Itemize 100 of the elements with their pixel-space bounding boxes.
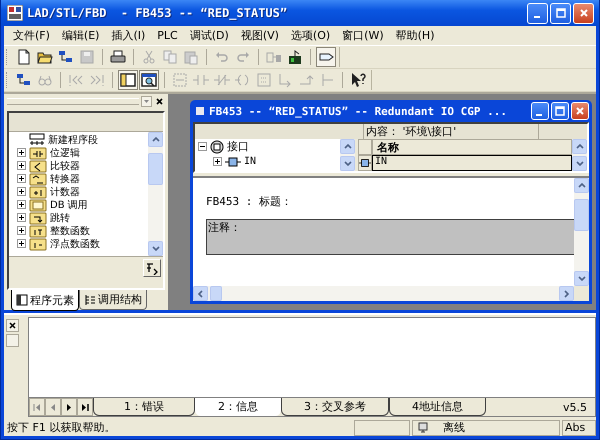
expand-icon[interactable] <box>17 161 26 170</box>
tree-item[interactable]: 转换器 <box>50 172 80 186</box>
output-tab[interactable]: 1：错误 <box>93 398 195 416</box>
tree-item[interactable]: 位逻辑 <box>50 146 80 160</box>
expand-icon[interactable] <box>17 187 26 196</box>
scroll-thumb[interactable] <box>574 199 589 231</box>
minimize-button[interactable] <box>531 102 549 120</box>
first-tab-button[interactable] <box>29 398 45 416</box>
close-icon <box>155 97 164 106</box>
vertical-scrollbar[interactable] <box>572 139 587 171</box>
folder-icon <box>29 158 47 172</box>
scroll-down-button[interactable] <box>340 156 355 171</box>
help-pointer-icon[interactable] <box>349 71 367 89</box>
window-icon <box>196 107 204 115</box>
minimize-button[interactable] <box>527 2 548 24</box>
output-tab[interactable]: 2：信息 <box>195 398 281 416</box>
last-tab-button[interactable] <box>77 398 93 416</box>
collapse-icon[interactable] <box>198 142 207 151</box>
comment-field[interactable]: 注释： <box>206 219 574 255</box>
block-title[interactable]: FB453 : 标题： <box>206 194 574 209</box>
address-mode: Abs <box>562 420 596 436</box>
app-icon <box>7 5 23 21</box>
pin-icon <box>225 156 241 166</box>
scroll-down-button[interactable] <box>572 156 587 171</box>
expand-icon[interactable] <box>17 200 26 209</box>
folder-icon <box>29 210 47 224</box>
horizontal-scrollbar[interactable] <box>193 286 574 301</box>
skip-arrow-icon <box>80 402 90 412</box>
split-pane-icon[interactable] <box>119 71 137 89</box>
vertical-scrollbar[interactable] <box>574 178 589 286</box>
column-header[interactable]: 名称 <box>372 139 572 155</box>
expand-icon[interactable] <box>213 157 222 166</box>
close-button[interactable] <box>6 319 19 332</box>
menu-item[interactable]: 窗口(W) <box>336 28 390 43</box>
next-tab-button[interactable] <box>61 398 77 416</box>
tree-item[interactable]: 浮点数函数 <box>50 236 100 250</box>
table-cell[interactable]: IN <box>372 155 572 171</box>
panel-tab[interactable]: 调用结构 <box>79 290 147 310</box>
tree-item[interactable]: DB 调用 <box>50 198 88 212</box>
tree-item[interactable]: 计数器 <box>50 184 80 198</box>
minimize-icon <box>536 114 542 116</box>
folder-icon <box>29 184 47 198</box>
scroll-thumb[interactable] <box>210 286 222 301</box>
menu-item[interactable]: 视图(V) <box>234 28 285 43</box>
connection-icon <box>417 422 429 434</box>
tree-item[interactable]: IN <box>244 156 256 167</box>
scroll-right-button[interactable] <box>559 286 574 301</box>
scroll-up-button[interactable] <box>574 178 589 193</box>
scroll-up-button[interactable] <box>148 132 163 147</box>
version-label: v5.5 <box>562 400 588 416</box>
maximize-button[interactable] <box>551 102 569 120</box>
vertical-scrollbar[interactable] <box>148 132 163 256</box>
scroll-left-button[interactable] <box>193 286 208 301</box>
expand-icon[interactable] <box>17 239 26 248</box>
maximize-button[interactable] <box>550 2 571 24</box>
tree-item[interactable]: 跳转 <box>50 210 70 224</box>
close-icon <box>8 321 17 330</box>
list-icon <box>84 294 96 306</box>
panel-tab[interactable]: 程序元素 <box>11 290 79 311</box>
insert-button[interactable] <box>143 259 161 277</box>
output-tab[interactable]: 3：交叉参考 <box>281 398 389 416</box>
vertical-scrollbar[interactable] <box>340 139 355 171</box>
maximize-icon <box>556 8 566 18</box>
tree-item[interactable]: 新建程序段 <box>48 132 98 146</box>
scroll-up-button[interactable] <box>340 139 355 154</box>
expand-icon[interactable] <box>17 148 26 157</box>
scroll-up-button[interactable] <box>572 139 587 154</box>
folder-icon <box>29 198 47 212</box>
close-icon <box>575 106 585 116</box>
tree-item[interactable]: 整数函数 <box>50 224 90 238</box>
menu-item[interactable]: 插入(I) <box>105 28 152 43</box>
tree-item[interactable]: 比较器 <box>50 158 80 172</box>
panel-icon <box>16 294 28 306</box>
close-icon <box>578 8 588 18</box>
insert-icon <box>145 261 159 275</box>
scroll-thumb[interactable] <box>148 153 163 185</box>
window-magnifier-icon[interactable] <box>140 71 158 89</box>
menu-item[interactable]: 文件(F) <box>7 28 56 43</box>
folder-icon <box>29 146 47 160</box>
status-text: 按下 F1 以获取帮助。 <box>6 420 116 435</box>
folder-icon <box>29 236 47 250</box>
tag-icon[interactable] <box>317 48 335 66</box>
folder-icon <box>29 224 47 238</box>
menu-item[interactable]: 编辑(E) <box>56 28 106 43</box>
panel-grip[interactable] <box>7 98 139 105</box>
scroll-down-button[interactable] <box>148 241 163 256</box>
tree-item[interactable]: 接口 <box>227 139 249 154</box>
menu-item[interactable]: 帮助(H) <box>390 28 440 43</box>
expand-icon[interactable] <box>17 174 26 183</box>
expand-icon[interactable] <box>17 226 26 235</box>
status-pane <box>354 420 410 436</box>
menu-item[interactable]: 选项(O) <box>284 28 336 43</box>
expand-icon[interactable] <box>17 213 26 222</box>
module-icon[interactable] <box>286 48 304 66</box>
output-tab[interactable]: 4地址信息 <box>389 398 486 416</box>
scroll-down-button[interactable] <box>574 271 589 286</box>
connection-status: 离线 <box>443 420 465 435</box>
menu-item[interactable]: PLC <box>151 29 184 42</box>
close-button[interactable] <box>154 96 165 107</box>
menu-item[interactable]: 调试(D) <box>184 28 235 43</box>
